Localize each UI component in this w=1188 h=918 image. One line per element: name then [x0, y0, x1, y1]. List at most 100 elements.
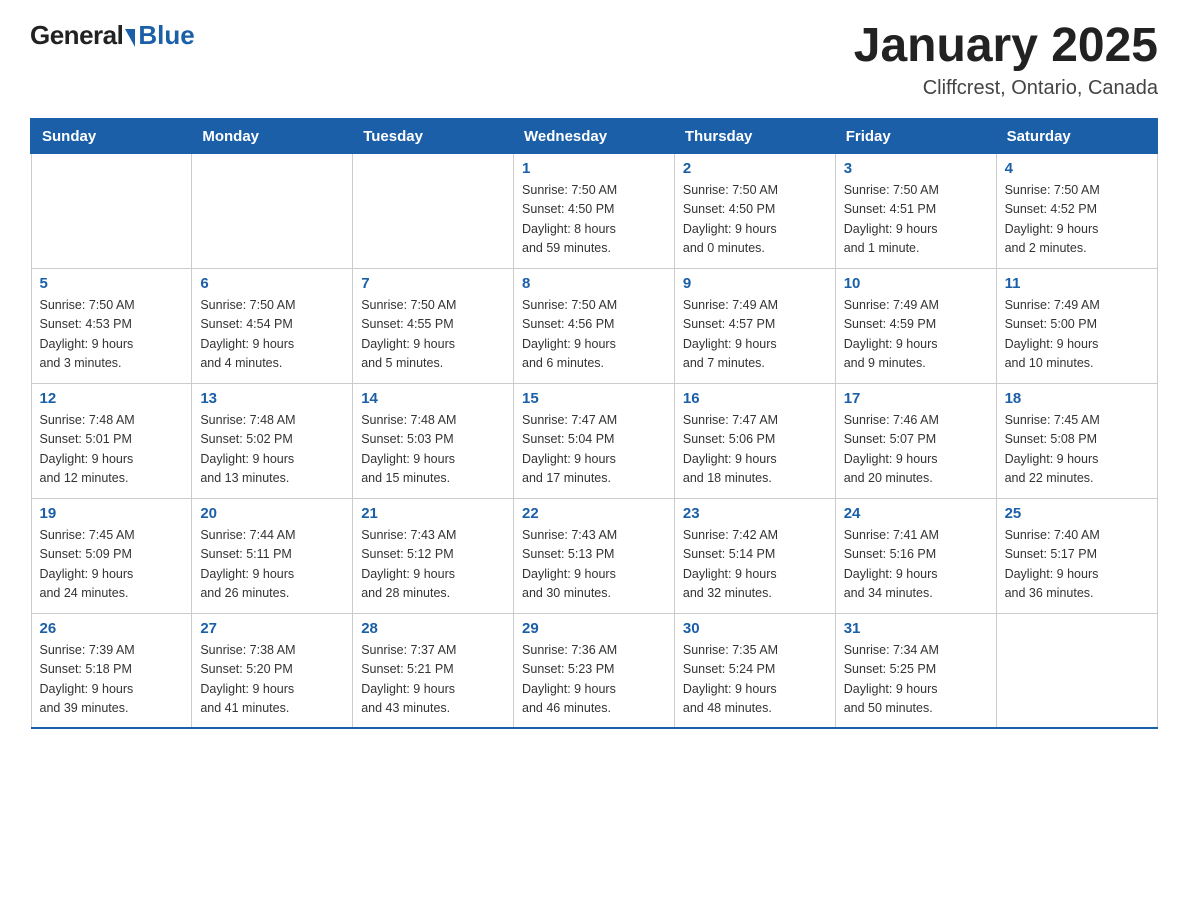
day-info: Sunrise: 7:47 AMSunset: 5:06 PMDaylight:…	[683, 411, 827, 489]
day-info: Sunrise: 7:46 AMSunset: 5:07 PMDaylight:…	[844, 411, 988, 489]
day-info: Sunrise: 7:35 AMSunset: 5:24 PMDaylight:…	[683, 641, 827, 719]
day-info: Sunrise: 7:48 AMSunset: 5:02 PMDaylight:…	[200, 411, 344, 489]
day-number: 27	[200, 620, 344, 637]
day-number: 17	[844, 390, 988, 407]
calendar-week-2: 5Sunrise: 7:50 AMSunset: 4:53 PMDaylight…	[31, 268, 1157, 383]
day-number: 15	[522, 390, 666, 407]
calendar-cell: 22 Sunrise: 7:43 AMSunset: 5:13 PMDayligh…	[514, 498, 675, 613]
location-subtitle: Cliffcrest, Ontario, Canada	[854, 77, 1158, 100]
day-number: 16	[683, 390, 827, 407]
day-number: 4	[1005, 160, 1149, 177]
calendar-cell: 18 Sunrise: 7:45 AMSunset: 5:08 PMDayligh…	[996, 383, 1157, 498]
calendar-cell: 23Sunrise: 7:42 AMSunset: 5:14 PMDayligh…	[674, 498, 835, 613]
day-info: Sunrise: 7:43 AMSunset: 5:13 PMDaylight:…	[522, 526, 666, 604]
calendar-cell: 20 Sunrise: 7:44 AMSunset: 5:11 PMDayligh…	[192, 498, 353, 613]
weekday-header-friday: Friday	[835, 119, 996, 154]
calendar-cell: 25Sunrise: 7:40 AMSunset: 5:17 PMDayligh…	[996, 498, 1157, 613]
day-info: Sunrise: 7:36 AMSunset: 5:23 PMDaylight:…	[522, 641, 666, 719]
day-number: 26	[40, 620, 184, 637]
calendar-cell: 28 Sunrise: 7:37 AMSunset: 5:21 PMDayligh…	[353, 613, 514, 728]
day-number: 6	[200, 275, 344, 292]
day-number: 10	[844, 275, 988, 292]
day-number: 19	[40, 505, 184, 522]
day-number: 22	[522, 505, 666, 522]
calendar-cell: 3Sunrise: 7:50 AMSunset: 4:51 PMDaylight…	[835, 153, 996, 268]
calendar-cell: 4 Sunrise: 7:50 AMSunset: 4:52 PMDaylight…	[996, 153, 1157, 268]
day-info: Sunrise: 7:47 AMSunset: 5:04 PMDaylight:…	[522, 411, 666, 489]
calendar-cell: 31 Sunrise: 7:34 AMSunset: 5:25 PMDayligh…	[835, 613, 996, 728]
day-number: 28	[361, 620, 505, 637]
day-info: Sunrise: 7:38 AMSunset: 5:20 PMDaylight:…	[200, 641, 344, 719]
logo-general-text: General	[30, 20, 123, 51]
calendar-cell: 15 Sunrise: 7:47 AMSunset: 5:04 PMDayligh…	[514, 383, 675, 498]
day-info: Sunrise: 7:50 AMSunset: 4:55 PMDaylight:…	[361, 296, 505, 374]
day-number: 18	[1005, 390, 1149, 407]
title-block: January 2025 Cliffcrest, Ontario, Canada	[854, 20, 1158, 100]
calendar-cell: 1 Sunrise: 7:50 AMSunset: 4:50 PMDaylight…	[514, 153, 675, 268]
day-info: Sunrise: 7:45 AMSunset: 5:08 PMDaylight:…	[1005, 411, 1149, 489]
day-number: 1	[522, 160, 666, 177]
calendar-week-1: 1 Sunrise: 7:50 AMSunset: 4:50 PMDaylight…	[31, 153, 1157, 268]
calendar-cell: 6 Sunrise: 7:50 AMSunset: 4:54 PMDaylight…	[192, 268, 353, 383]
day-number: 20	[200, 505, 344, 522]
day-info: Sunrise: 7:48 AMSunset: 5:03 PMDaylight:…	[361, 411, 505, 489]
logo-blue-text: Blue	[138, 20, 194, 51]
day-number: 21	[361, 505, 505, 522]
calendar-cell: 21Sunrise: 7:43 AMSunset: 5:12 PMDayligh…	[353, 498, 514, 613]
month-year-title: January 2025	[854, 20, 1158, 73]
day-number: 11	[1005, 275, 1149, 292]
weekday-header-thursday: Thursday	[674, 119, 835, 154]
day-info: Sunrise: 7:34 AMSunset: 5:25 PMDaylight:…	[844, 641, 988, 719]
day-number: 8	[522, 275, 666, 292]
weekday-header-tuesday: Tuesday	[353, 119, 514, 154]
day-info: Sunrise: 7:44 AMSunset: 5:11 PMDaylight:…	[200, 526, 344, 604]
calendar-cell: 2Sunrise: 7:50 AMSunset: 4:50 PMDaylight…	[674, 153, 835, 268]
calendar-cell: 10 Sunrise: 7:49 AMSunset: 4:59 PMDayligh…	[835, 268, 996, 383]
day-number: 30	[683, 620, 827, 637]
day-info: Sunrise: 7:49 AMSunset: 4:59 PMDaylight:…	[844, 296, 988, 374]
day-number: 7	[361, 275, 505, 292]
day-info: Sunrise: 7:45 AMSunset: 5:09 PMDaylight:…	[40, 526, 184, 604]
calendar-cell: 16 Sunrise: 7:47 AMSunset: 5:06 PMDayligh…	[674, 383, 835, 498]
calendar-cell: 14Sunrise: 7:48 AMSunset: 5:03 PMDayligh…	[353, 383, 514, 498]
calendar-table: SundayMondayTuesdayWednesdayThursdayFrid…	[30, 118, 1158, 730]
calendar-cell: 27 Sunrise: 7:38 AMSunset: 5:20 PMDayligh…	[192, 613, 353, 728]
calendar-cell: 19 Sunrise: 7:45 AMSunset: 5:09 PMDayligh…	[31, 498, 192, 613]
calendar-cell: 30 Sunrise: 7:35 AMSunset: 5:24 PMDayligh…	[674, 613, 835, 728]
day-number: 24	[844, 505, 988, 522]
day-info: Sunrise: 7:50 AMSunset: 4:50 PMDaylight:…	[522, 181, 666, 259]
calendar-week-3: 12 Sunrise: 7:48 AMSunset: 5:01 PMDayligh…	[31, 383, 1157, 498]
day-info: Sunrise: 7:48 AMSunset: 5:01 PMDaylight:…	[40, 411, 184, 489]
day-info: Sunrise: 7:50 AMSunset: 4:54 PMDaylight:…	[200, 296, 344, 374]
calendar-week-5: 26Sunrise: 7:39 AMSunset: 5:18 PMDayligh…	[31, 613, 1157, 728]
day-number: 12	[40, 390, 184, 407]
calendar-cell	[353, 153, 514, 268]
day-number: 2	[683, 160, 827, 177]
calendar-cell: 17 Sunrise: 7:46 AMSunset: 5:07 PMDayligh…	[835, 383, 996, 498]
calendar-cell: 26Sunrise: 7:39 AMSunset: 5:18 PMDayligh…	[31, 613, 192, 728]
day-info: Sunrise: 7:49 AMSunset: 4:57 PMDaylight:…	[683, 296, 827, 374]
calendar-cell: 11 Sunrise: 7:49 AMSunset: 5:00 PMDayligh…	[996, 268, 1157, 383]
logo: General Blue	[30, 20, 195, 51]
weekday-header-row: SundayMondayTuesdayWednesdayThursdayFrid…	[31, 119, 1157, 154]
day-number: 13	[200, 390, 344, 407]
calendar-cell: 13 Sunrise: 7:48 AMSunset: 5:02 PMDayligh…	[192, 383, 353, 498]
calendar-cell: 24 Sunrise: 7:41 AMSunset: 5:16 PMDayligh…	[835, 498, 996, 613]
day-info: Sunrise: 7:49 AMSunset: 5:00 PMDaylight:…	[1005, 296, 1149, 374]
day-info: Sunrise: 7:41 AMSunset: 5:16 PMDaylight:…	[844, 526, 988, 604]
calendar-cell	[192, 153, 353, 268]
day-number: 25	[1005, 505, 1149, 522]
weekday-header-sunday: Sunday	[31, 119, 192, 154]
weekday-header-monday: Monday	[192, 119, 353, 154]
day-info: Sunrise: 7:50 AMSunset: 4:56 PMDaylight:…	[522, 296, 666, 374]
day-info: Sunrise: 7:50 AMSunset: 4:52 PMDaylight:…	[1005, 181, 1149, 259]
calendar-cell: 7 Sunrise: 7:50 AMSunset: 4:55 PMDaylight…	[353, 268, 514, 383]
day-info: Sunrise: 7:37 AMSunset: 5:21 PMDaylight:…	[361, 641, 505, 719]
day-number: 29	[522, 620, 666, 637]
logo-triangle-icon	[125, 29, 135, 47]
day-number: 31	[844, 620, 988, 637]
calendar-cell: 9Sunrise: 7:49 AMSunset: 4:57 PMDaylight…	[674, 268, 835, 383]
calendar-cell: 5Sunrise: 7:50 AMSunset: 4:53 PMDaylight…	[31, 268, 192, 383]
weekday-header-wednesday: Wednesday	[514, 119, 675, 154]
calendar-cell: 12 Sunrise: 7:48 AMSunset: 5:01 PMDayligh…	[31, 383, 192, 498]
